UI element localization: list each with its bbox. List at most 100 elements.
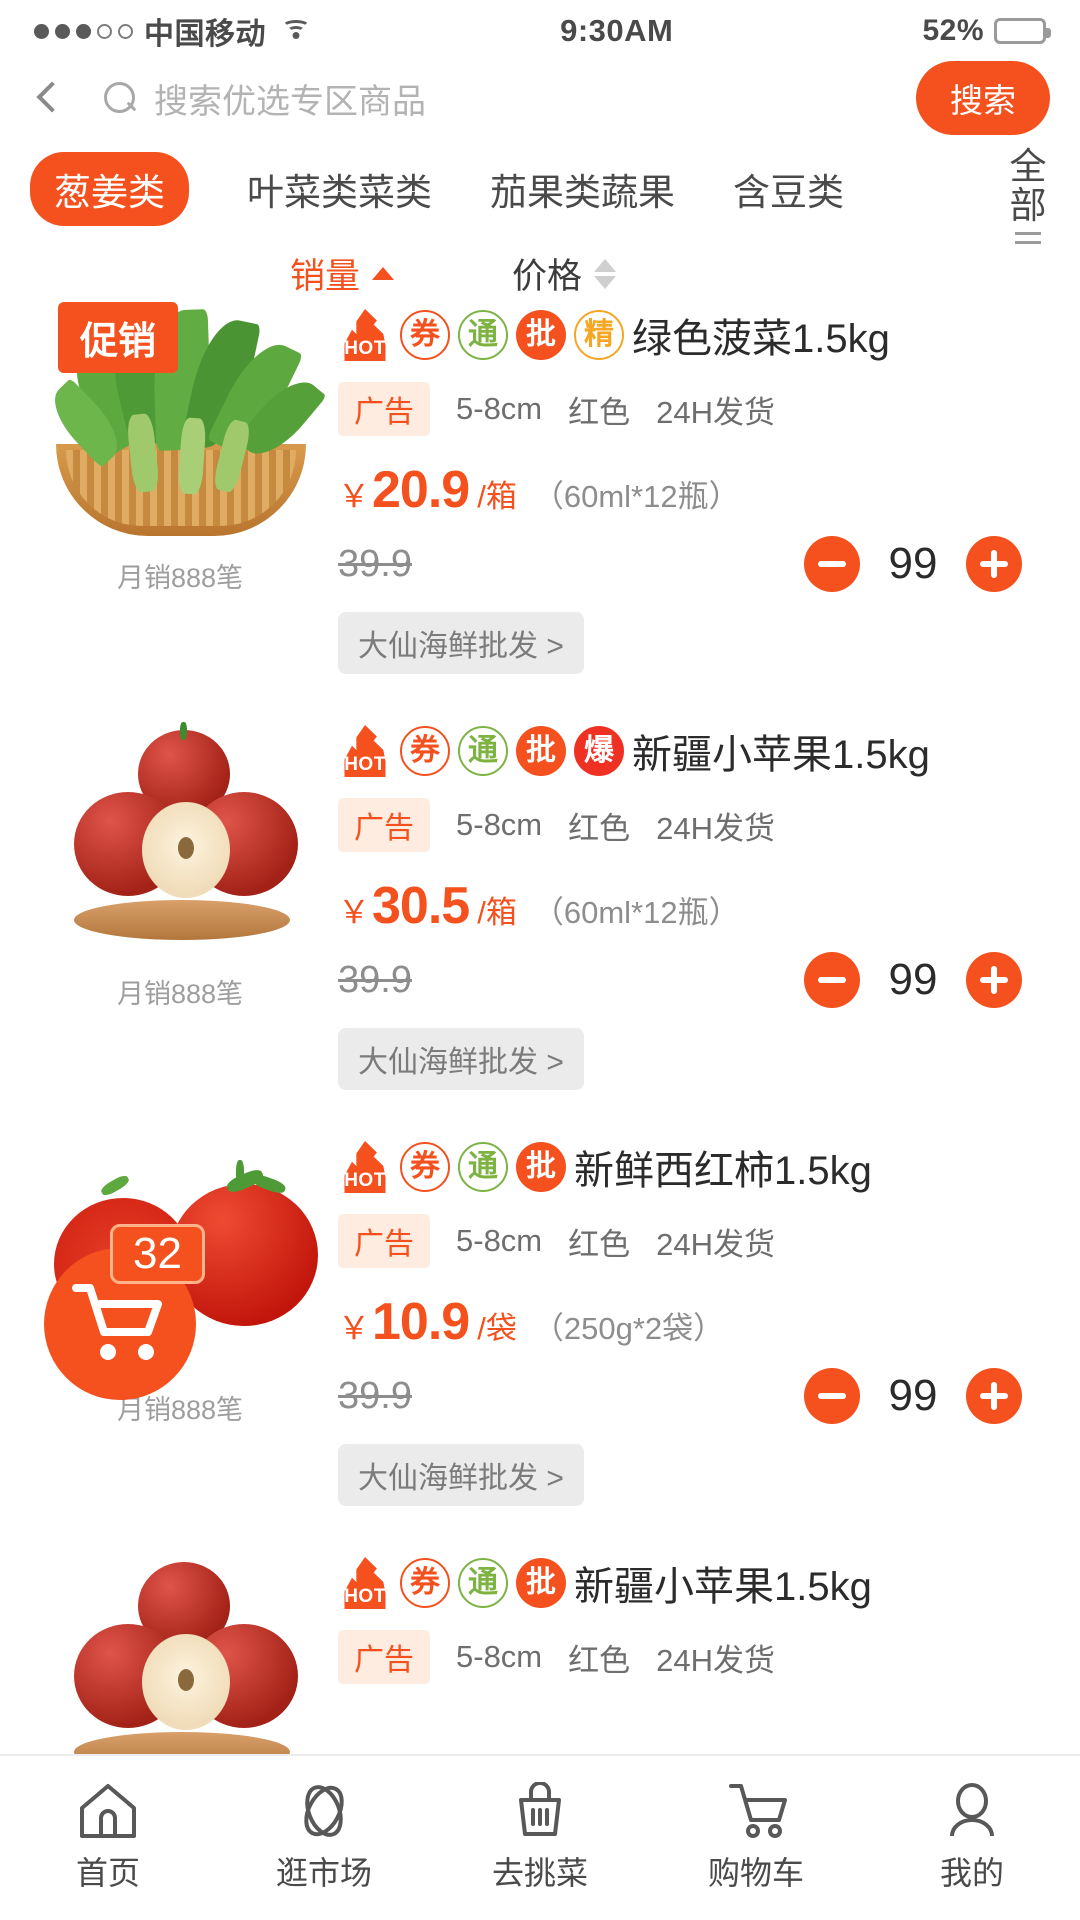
product-spec: （250g*2袋）: [532, 1311, 725, 1346]
product-old-price: 39.9: [338, 1374, 412, 1417]
product-attr-shipping: 24H发货: [656, 1226, 776, 1262]
nav-label-mine: 我的: [939, 1855, 1004, 1891]
nav-item-mine[interactable]: 我的: [864, 1782, 1080, 1894]
category-tabs: 葱姜类 叶菜类菜类 茄果类蔬果 含豆类 全部: [0, 134, 1080, 244]
product-price-unit: /箱: [477, 479, 517, 514]
tong-badge-icon: 通: [458, 1142, 508, 1192]
quantity-stepper[interactable]: 99: [804, 536, 1050, 592]
battery-icon: [994, 18, 1051, 44]
search-input[interactable]: 搜索优选专区商品: [86, 74, 894, 123]
premium-badge-icon: 精: [574, 310, 624, 360]
nav-label-home: 首页: [75, 1855, 140, 1891]
product-image-spinach[interactable]: 促销: [30, 302, 330, 542]
basket-icon: [519, 1782, 561, 1836]
product-list[interactable]: 促销 月销888笔 HOT 券 通 批 精 绿色菠菜1.5kg 广告 5-8cm…: [0, 276, 1080, 1756]
search-button[interactable]: 搜索: [916, 61, 1050, 135]
shop-link[interactable]: 大仙海鲜批发 >: [338, 1028, 584, 1090]
battery-percent: 52%: [922, 14, 984, 47]
category-tab-0[interactable]: 葱姜类: [30, 152, 189, 226]
product-old-price-row: 39.9 99: [338, 536, 1050, 592]
category-all-button[interactable]: 全部: [1000, 147, 1056, 244]
product-attr-shipping: 24H发货: [656, 810, 776, 846]
monthly-sales: 月销888笔: [116, 563, 244, 593]
product-image-apples[interactable]: [30, 718, 330, 958]
category-tab-3[interactable]: 含豆类: [733, 152, 844, 226]
quantity-value: 99: [888, 539, 938, 588]
market-orbit-icon: [304, 1785, 344, 1837]
product-title[interactable]: 新疆小苹果1.5kg: [574, 1554, 872, 1612]
product-price: 20.9: [372, 461, 470, 519]
nav-item-pick[interactable]: 去挑菜: [432, 1782, 648, 1894]
nav-label-pick: 去挑菜: [491, 1855, 588, 1891]
product-price-row: ￥ 30.5 /箱 （60ml*12瓶）: [338, 876, 1050, 936]
wholesale-badge-icon: 批: [516, 1142, 566, 1192]
product-info: HOT 券 通 批 新疆小苹果1.5kg 广告 5-8cm 红色 24H发货: [330, 1550, 1050, 1756]
category-tab-1[interactable]: 叶菜类菜类: [247, 152, 432, 226]
product-image-apples[interactable]: [30, 1550, 330, 1756]
status-bar: 中国移动 9:30AM 52%: [0, 0, 1080, 62]
coupon-badge-icon: 券: [400, 726, 450, 776]
nav-item-home[interactable]: 首页: [0, 1782, 216, 1894]
ad-badge: 广告: [338, 382, 430, 436]
category-tab-2[interactable]: 茄果类蔬果: [490, 152, 675, 226]
coupon-badge-icon: 券: [400, 1558, 450, 1608]
shop-link[interactable]: 大仙海鲜批发 >: [338, 1444, 584, 1506]
coupon-badge-icon: 券: [400, 1142, 450, 1192]
quantity-value: 99: [888, 955, 938, 1004]
product-thumb-wrap: 月销888笔: [30, 718, 330, 1090]
product-title[interactable]: 新鲜西红柿1.5kg: [574, 1138, 872, 1196]
wifi-icon: [281, 20, 311, 42]
product-attr-size: 5-8cm: [456, 391, 543, 426]
product-attr-color: 红色: [568, 1226, 631, 1262]
product-attributes: 广告 5-8cm 红色 24H发货: [338, 1214, 1050, 1268]
product-info: HOT 券 通 批 新鲜西红柿1.5kg 广告 5-8cm 红色 24H发货 ￥…: [330, 1134, 1050, 1506]
nav-label-cart: 购物车: [707, 1855, 804, 1891]
tong-badge-icon: 通: [458, 310, 508, 360]
product-attributes: 广告 5-8cm 红色 24H发货: [338, 1630, 1050, 1684]
product-price: 10.9: [372, 1293, 470, 1351]
ad-badge: 广告: [338, 798, 430, 852]
product-attr-size: 5-8cm: [456, 1639, 543, 1674]
home-icon: [80, 1784, 136, 1838]
increase-quantity-button[interactable]: [966, 536, 1022, 592]
hot-badge-icon: HOT: [338, 1141, 392, 1193]
tong-badge-icon: 通: [458, 726, 508, 776]
decrease-quantity-button[interactable]: [804, 536, 860, 592]
product-title[interactable]: 绿色菠菜1.5kg: [632, 306, 890, 364]
back-chevron-icon[interactable]: [30, 81, 64, 115]
shop-link[interactable]: 大仙海鲜批发 >: [338, 612, 584, 674]
nav-item-market[interactable]: 逛市场: [216, 1782, 432, 1894]
quantity-stepper[interactable]: 99: [804, 952, 1050, 1008]
monthly-sales: 月销888笔: [116, 1395, 244, 1425]
increase-quantity-button[interactable]: [966, 952, 1022, 1008]
product-card[interactable]: 月销888笔 HOT 券 通 批 爆 新疆小苹果1.5kg 广告 5-8cm 红…: [0, 692, 1080, 1090]
decrease-quantity-button[interactable]: [804, 952, 860, 1008]
product-title-row: HOT 券 通 批 精 绿色菠菜1.5kg: [338, 306, 1050, 364]
nav-item-cart[interactable]: 购物车: [648, 1782, 864, 1894]
carrier-name: 中国移动: [144, 18, 266, 51]
search-placeholder: 搜索优选专区商品: [154, 82, 426, 121]
product-card[interactable]: 促销 月销888笔 HOT 券 通 批 精 绿色菠菜1.5kg 广告 5-8cm…: [0, 276, 1080, 674]
product-old-price-row: 39.9 99: [338, 952, 1050, 1008]
search-icon: [102, 81, 136, 115]
product-thumb-wrap: [30, 1550, 330, 1756]
hot-badge-icon: HOT: [338, 725, 392, 777]
product-card[interactable]: HOT 券 通 批 新疆小苹果1.5kg 广告 5-8cm 红色 24H发货: [0, 1524, 1080, 1756]
list-lines-icon: [1000, 231, 1056, 244]
currency-symbol: ￥: [338, 1310, 371, 1346]
product-info: HOT 券 通 批 精 绿色菠菜1.5kg 广告 5-8cm 红色 24H发货 …: [330, 302, 1050, 674]
product-title[interactable]: 新疆小苹果1.5kg: [632, 722, 930, 780]
increase-quantity-button[interactable]: [966, 1368, 1022, 1424]
decrease-quantity-button[interactable]: [804, 1368, 860, 1424]
product-title-row: HOT 券 通 批 新疆小苹果1.5kg: [338, 1554, 1050, 1612]
product-spec: （60ml*12瓶）: [532, 479, 740, 514]
quantity-stepper[interactable]: 99: [804, 1368, 1050, 1424]
wholesale-badge-icon: 批: [516, 310, 566, 360]
bottom-navigation: 首页 逛市场 去挑菜 购物车 我的: [0, 1754, 1080, 1920]
product-info: HOT 券 通 批 爆 新疆小苹果1.5kg 广告 5-8cm 红色 24H发货…: [330, 718, 1050, 1090]
wholesale-badge-icon: 批: [516, 726, 566, 776]
status-time: 9:30AM: [560, 13, 674, 48]
signal-strength-icon: [34, 23, 133, 39]
shopping-cart-icon: [72, 1284, 162, 1360]
hot-badge-icon: HOT: [338, 1557, 392, 1609]
